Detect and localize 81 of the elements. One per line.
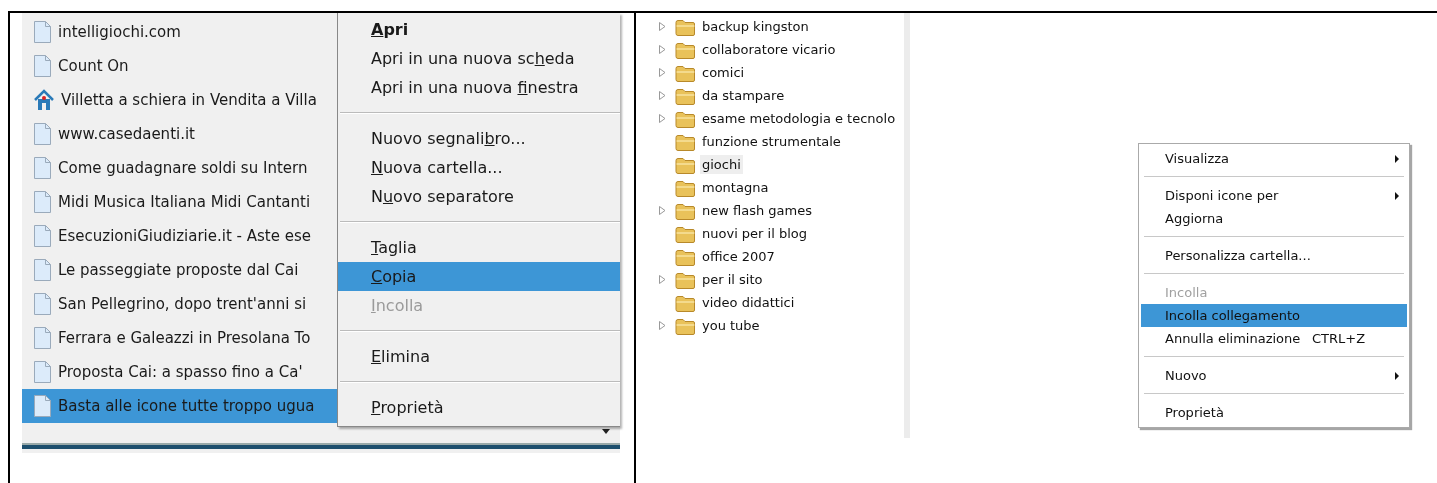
expand-icon bbox=[658, 113, 667, 124]
expand-icon bbox=[658, 44, 667, 55]
menu-item[interactable]: Personalizza cartella... bbox=[1141, 244, 1407, 267]
menu-item[interactable]: Incolla collegamento bbox=[1141, 304, 1407, 327]
folder-item[interactable]: backup kingston bbox=[658, 15, 811, 38]
submenu-arrow-icon bbox=[1395, 371, 1399, 380]
page-icon bbox=[33, 223, 52, 249]
bookmark-item[interactable]: Le passeggiate proposte dal Cai bbox=[22, 253, 337, 287]
menu-item[interactable]: Disponi icone per bbox=[1141, 184, 1407, 207]
page-icon bbox=[33, 359, 52, 385]
page-icon bbox=[33, 155, 52, 181]
folder-item[interactable]: giochi bbox=[658, 153, 743, 176]
menu-item[interactable]: Copia bbox=[338, 262, 620, 291]
bookmark-item[interactable]: Count On bbox=[22, 49, 337, 83]
page-icon bbox=[33, 393, 52, 419]
folder-icon bbox=[675, 201, 696, 220]
folder-item[interactable]: video didattici bbox=[658, 291, 797, 314]
expand-icon bbox=[658, 320, 667, 331]
page-icon bbox=[33, 121, 52, 147]
folder-icon bbox=[675, 17, 696, 36]
menu-item[interactable]: Apri bbox=[338, 15, 620, 44]
folder-icon bbox=[675, 293, 696, 312]
expand-icon bbox=[658, 21, 667, 32]
bookmark-item[interactable]: EsecuzioniGiudiziarie.it - Aste ese bbox=[22, 219, 337, 253]
folder-item[interactable]: collaboratore vicario bbox=[658, 38, 838, 61]
menu-item[interactable]: Proprietà bbox=[1141, 401, 1407, 424]
menu-item[interactable]: Proprietà bbox=[338, 393, 620, 422]
submenu-arrow-icon bbox=[1395, 154, 1399, 163]
menu-item[interactable]: Elimina bbox=[338, 342, 620, 371]
menu-item[interactable]: Taglia bbox=[338, 233, 620, 262]
folder-icon bbox=[675, 132, 696, 151]
folder-icon bbox=[675, 270, 696, 289]
expand-icon bbox=[658, 67, 667, 78]
folder-item[interactable]: esame metodologia e tecnolo bbox=[658, 107, 898, 130]
page-icon bbox=[33, 325, 52, 351]
folder-item[interactable]: montagna bbox=[658, 176, 771, 199]
bookmark-item[interactable]: www.casedaenti.it bbox=[22, 117, 337, 151]
menu-item[interactable]: Aggiorna bbox=[1141, 207, 1407, 230]
folder-item[interactable]: office 2007 bbox=[658, 245, 777, 268]
bookmark-item[interactable]: Proposta Cai: a spasso fino a Ca' bbox=[22, 355, 337, 389]
folder-item[interactable]: da stampare bbox=[658, 84, 787, 107]
menu-item[interactable]: Apri in una nuova scheda bbox=[338, 44, 620, 73]
folder-icon bbox=[675, 63, 696, 82]
folder-icon bbox=[675, 155, 696, 174]
bookmark-item[interactable]: Come guadagnare soldi su Intern bbox=[22, 151, 337, 185]
folder-item[interactable]: you tube bbox=[658, 314, 762, 337]
expand-icon bbox=[658, 90, 667, 101]
bookmark-item[interactable]: Basta alle icone tutte troppo ugua bbox=[22, 389, 337, 423]
home-icon bbox=[33, 89, 55, 111]
folder-item[interactable]: per il sito bbox=[658, 268, 765, 291]
expand-icon bbox=[658, 205, 667, 216]
folder-icon bbox=[675, 40, 696, 59]
folder-item[interactable]: comici bbox=[658, 61, 747, 84]
bookmark-item[interactable]: San Pellegrino, dopo trent'anni si bbox=[22, 287, 337, 321]
folder-icon bbox=[675, 316, 696, 335]
menu-item[interactable]: Visualizza bbox=[1141, 147, 1407, 170]
menu-item[interactable]: Nuovo bbox=[1141, 364, 1407, 387]
folder-item[interactable]: new flash games bbox=[658, 199, 814, 222]
page-icon bbox=[33, 19, 52, 45]
menu-item[interactable]: Annulla eliminazione CTRL+Z bbox=[1141, 327, 1407, 350]
menu-item[interactable]: Nuovo separatore bbox=[338, 182, 620, 211]
bookmark-item[interactable]: intelligiochi.com bbox=[22, 15, 337, 49]
folder-icon bbox=[675, 86, 696, 105]
folder-icon bbox=[675, 178, 696, 197]
folder-icon bbox=[675, 109, 696, 128]
folder-item[interactable]: nuovi per il blog bbox=[658, 222, 810, 245]
menu-item[interactable]: Nuova cartella... bbox=[338, 153, 620, 182]
expand-icon bbox=[658, 274, 667, 285]
folder-icon bbox=[675, 224, 696, 243]
bookmark-item[interactable]: Midi Musica Italiana Midi Cantanti bbox=[22, 185, 337, 219]
bookmark-item[interactable]: Ferrara e Galeazzi in Presolana To bbox=[22, 321, 337, 355]
folder-item[interactable]: funzione strumentale bbox=[658, 130, 843, 153]
page-icon bbox=[33, 257, 52, 283]
folder-icon bbox=[675, 247, 696, 266]
page-icon bbox=[33, 291, 52, 317]
page-icon bbox=[33, 189, 52, 215]
menu-item[interactable]: Apri in una nuova finestra bbox=[338, 73, 620, 102]
menu-item[interactable]: Nuovo segnalibro... bbox=[338, 124, 620, 153]
bookmark-item[interactable]: Villetta a schiera in Vendita a Villa bbox=[22, 83, 337, 117]
submenu-arrow-icon bbox=[1395, 191, 1399, 200]
page-icon bbox=[33, 53, 52, 79]
